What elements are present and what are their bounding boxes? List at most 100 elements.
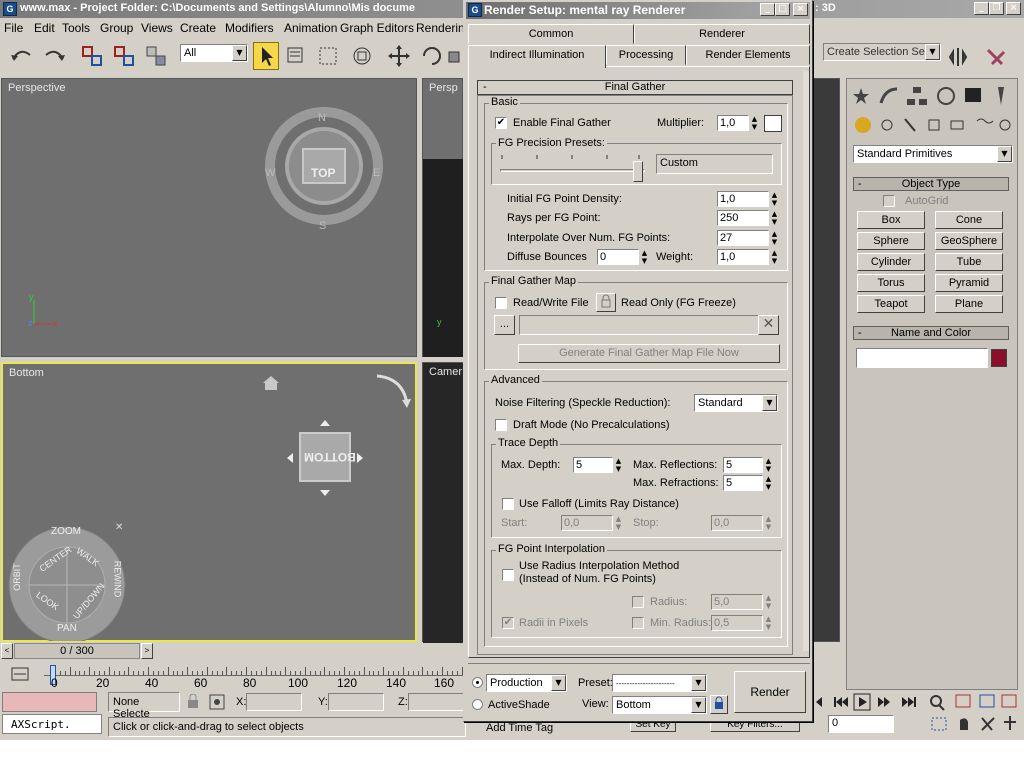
category-dropdown[interactable]: Standard Primitives ▼: [853, 145, 1013, 163]
lock-selection-icon[interactable]: [186, 694, 234, 710]
tube-button[interactable]: Tube: [935, 253, 1003, 271]
slider-prev-icon[interactable]: <: [1, 643, 13, 659]
y-coord-field[interactable]: [328, 693, 384, 711]
viewport-nav-icons[interactable]: [924, 692, 1020, 736]
torus-button[interactable]: Torus: [857, 274, 925, 292]
menu-graph-editors[interactable]: Graph Editors: [340, 21, 414, 35]
tab-renderer[interactable]: Renderer: [634, 24, 810, 44]
draft-mode-checkbox[interactable]: [495, 419, 507, 431]
radius-spinner[interactable]: 5,0 ▲ ▼: [711, 594, 775, 610]
plane-button[interactable]: Plane: [935, 295, 1003, 313]
wheel-zoom[interactable]: ZOOM: [51, 526, 81, 537]
select-object-button[interactable]: [253, 42, 279, 70]
current-frame-input[interactable]: 0: [828, 715, 894, 733]
wheel-orbit[interactable]: ORBIT: [12, 563, 22, 591]
fg-presets-slider-thumb[interactable]: [633, 161, 643, 182]
final-gather-rollout-header[interactable]: - Final Gather: [477, 80, 793, 95]
fg-map-path-field[interactable]: [519, 315, 759, 335]
menu-file[interactable]: File: [4, 21, 23, 35]
clear-path-icon[interactable]: ✕: [758, 315, 779, 335]
enable-fg-checkbox[interactable]: ✔: [495, 117, 507, 129]
viewcube-bottom-label[interactable]: BOTTOM: [304, 450, 356, 464]
time-slider-bar[interactable]: < 0 / 300 >: [0, 642, 470, 660]
viewport-perspective-2[interactable]: Persp y: [422, 78, 464, 357]
x-coord-field[interactable]: [246, 693, 302, 711]
rays-spinner[interactable]: 250 ▲ ▼: [717, 210, 781, 226]
weight-spinner[interactable]: 1,0 ▲ ▼: [717, 249, 781, 265]
dialog-title-bar[interactable]: G Render Setup: mental ray Renderer _ □ …: [466, 2, 810, 19]
spinner-arrows-icon[interactable]: ▲ ▼: [640, 249, 649, 265]
script-input[interactable]: AXScript.: [2, 714, 102, 734]
viewport-label[interactable]: Persp: [429, 82, 458, 94]
radii-pixels-checkbox[interactable]: ✔: [502, 617, 514, 629]
box-button[interactable]: Box: [857, 211, 925, 229]
min-radius-spinner[interactable]: 0,5 ▲ ▼: [711, 615, 775, 631]
min-radius-checkbox[interactable]: [632, 617, 644, 629]
max-depth-spinner[interactable]: 5 ▲ ▼: [573, 457, 625, 473]
interp-value[interactable]: 27: [717, 230, 769, 246]
selection-filter-dropdown[interactable]: All ▼: [180, 44, 248, 62]
close-icon[interactable]: ×: [1006, 2, 1021, 15]
menu-group[interactable]: Group: [100, 21, 133, 35]
view-dropdown[interactable]: Bottom ▼: [612, 696, 707, 714]
name-color-rollout[interactable]: - Name and Color: [853, 326, 1009, 340]
create-selection-set-dropdown[interactable]: Create Selection Set ▼: [823, 43, 941, 61]
spinner-arrows-icon[interactable]: ▲ ▼: [770, 230, 779, 246]
restore-icon[interactable]: ❐: [989, 2, 1004, 15]
mode-dropdown[interactable]: Production ▼: [486, 674, 567, 692]
spinner-arrows-icon[interactable]: ▲ ▼: [764, 475, 773, 491]
add-time-tag[interactable]: Add Time Tag: [486, 722, 553, 734]
spinner-arrows-icon[interactable]: ▲ ▼: [614, 457, 623, 473]
browse-button[interactable]: ...: [494, 315, 515, 335]
bounces-spinner[interactable]: 0 ▲ ▼: [597, 249, 651, 265]
sphere-button[interactable]: Sphere: [857, 232, 925, 250]
geosphere-button[interactable]: GeoSphere: [935, 232, 1003, 250]
rays-value[interactable]: 250: [717, 210, 769, 226]
stop-spinner[interactable]: 0,0 ▲ ▼: [711, 515, 775, 531]
spinner-arrows-icon[interactable]: ▲ ▼: [770, 249, 779, 265]
menu-tools[interactable]: Tools: [62, 21, 90, 35]
spinner-arrows-icon[interactable]: ▲ ▼: [614, 515, 623, 531]
tab-render-elements[interactable]: Render Elements: [686, 45, 810, 65]
start-value[interactable]: 0,0: [561, 515, 613, 531]
teapot-button[interactable]: Teapot: [857, 295, 925, 313]
radius-checkbox[interactable]: [632, 596, 644, 608]
fg-presets-slider-track[interactable]: [500, 169, 645, 172]
lock-view-button[interactable]: [710, 695, 728, 714]
generate-fg-map-button[interactable]: Generate Final Gather Map File Now: [518, 344, 780, 363]
minimize-icon[interactable]: _: [974, 2, 989, 15]
spinner-arrows-icon[interactable]: ▲ ▼: [764, 515, 773, 531]
create-category-icons[interactable]: [853, 115, 1013, 135]
viewcube-top-label[interactable]: TOP: [311, 166, 335, 180]
close-icon[interactable]: ×: [793, 3, 808, 16]
weight-value[interactable]: 1,0: [717, 249, 769, 265]
maxscript-listener-mini[interactable]: [2, 692, 97, 712]
transform-tools-icons[interactable]: [284, 44, 464, 68]
viewport-label[interactable]: Camer: [429, 366, 462, 378]
lock-button[interactable]: [596, 293, 616, 312]
stop-value[interactable]: 0,0: [711, 515, 763, 531]
link-icons[interactable]: [80, 43, 170, 69]
noise-filter-dropdown[interactable]: Standard ▼: [694, 394, 778, 412]
multiplier-spinner[interactable]: 1,0 ▲ ▼: [717, 115, 761, 131]
wheel-rewind[interactable]: REWIND: [112, 561, 122, 598]
menu-rendering[interactable]: Renderin: [416, 21, 465, 35]
max-app-icon[interactable]: G: [3, 2, 17, 16]
spinner-arrows-icon[interactable]: ▲ ▼: [764, 594, 773, 610]
panel-tabs-icons[interactable]: [851, 83, 1015, 109]
tab-common[interactable]: Common: [468, 24, 634, 44]
viewport-label[interactable]: Perspective: [8, 82, 65, 94]
tab-processing[interactable]: Processing: [606, 45, 686, 65]
object-type-rollout[interactable]: - Object Type: [853, 177, 1009, 191]
home-icon[interactable]: [261, 374, 281, 392]
z-coord-field[interactable]: [408, 693, 464, 711]
wheel-pan[interactable]: PAN: [57, 623, 77, 634]
slider-next-icon[interactable]: >: [141, 643, 153, 659]
max-refractions-spinner[interactable]: 5 ▲ ▼: [723, 475, 775, 491]
menu-views[interactable]: Views: [141, 21, 173, 35]
render-button[interactable]: Render: [734, 671, 806, 713]
activeshade-radio[interactable]: [472, 699, 483, 710]
start-spinner[interactable]: 0,0 ▲ ▼: [561, 515, 625, 531]
read-write-checkbox[interactable]: [495, 297, 507, 309]
menu-animation[interactable]: Animation: [284, 21, 337, 35]
